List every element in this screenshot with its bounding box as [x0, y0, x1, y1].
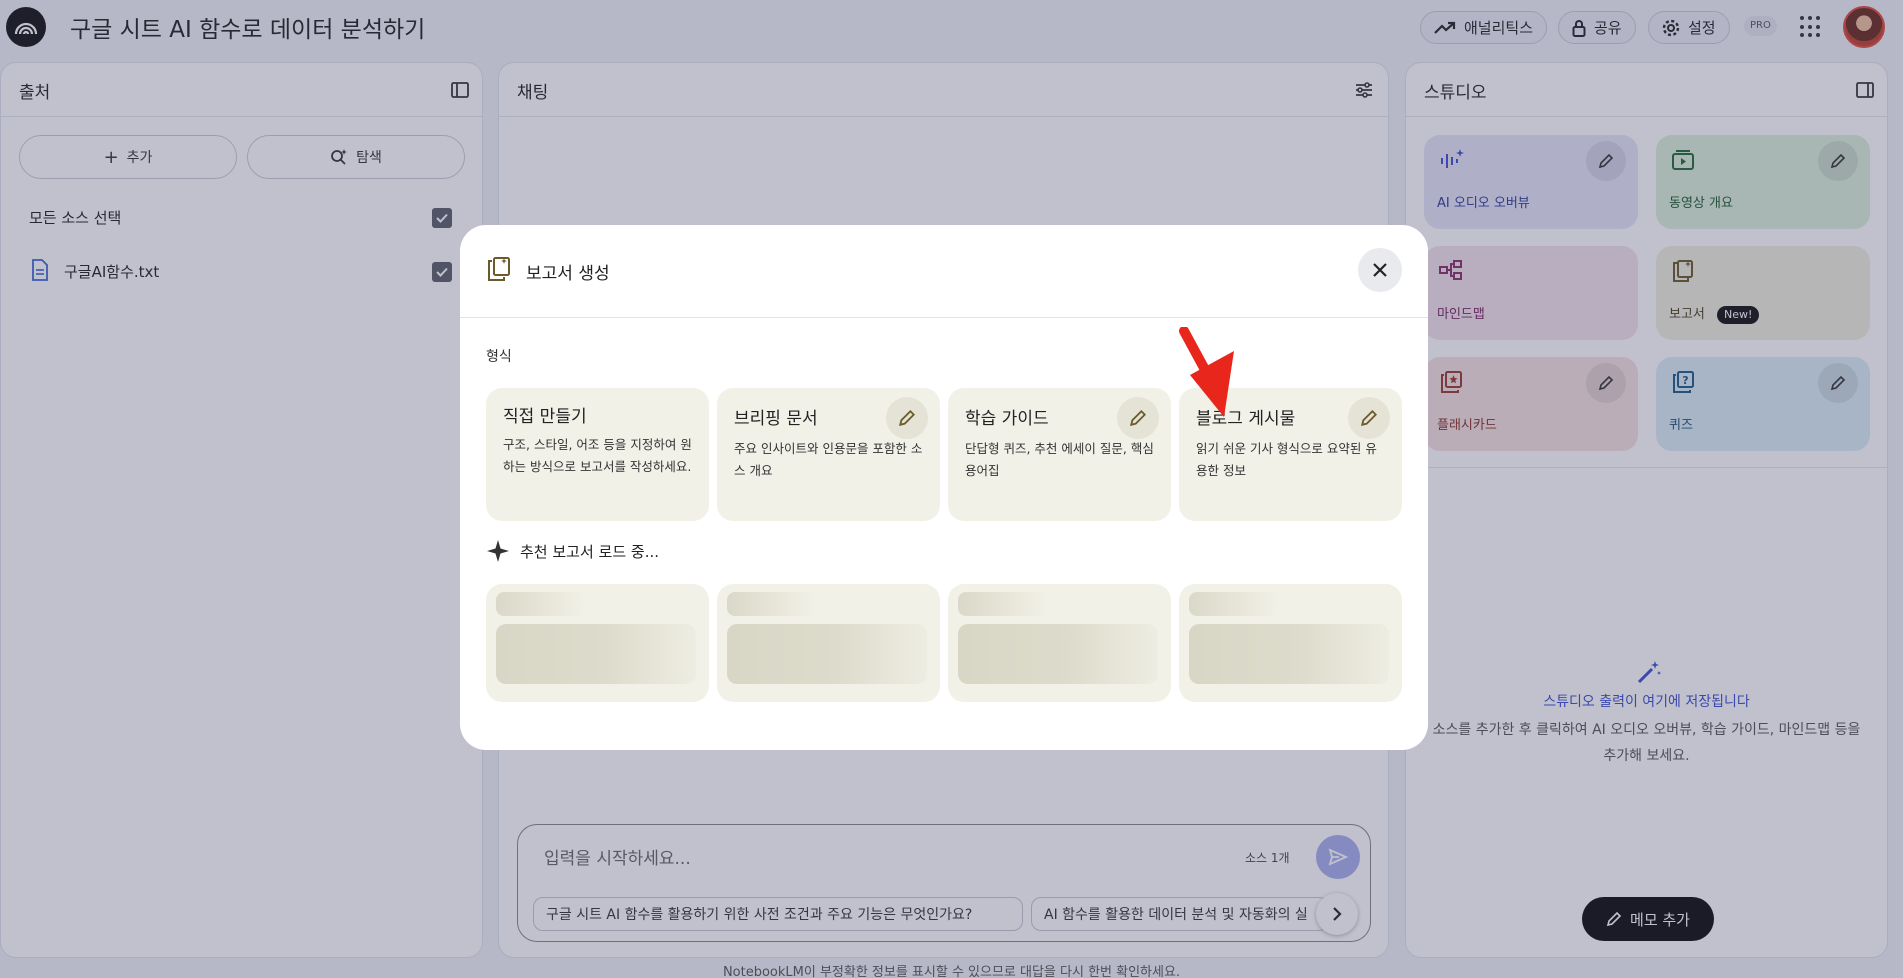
format-card-title: 브리핑 문서 — [734, 409, 818, 429]
skeleton-card — [717, 584, 940, 702]
format-card-desc: 단답형 퀴즈, 추천 에세이 질문, 핵심 용어집 — [965, 441, 1154, 478]
pencil-icon — [1361, 409, 1378, 426]
edit-button[interactable] — [1348, 397, 1390, 439]
report-icon — [488, 257, 510, 281]
format-card-study-guide[interactable]: 학습 가이드 단답형 퀴즈, 추천 에세이 질문, 핵심 용어집 — [948, 388, 1171, 521]
close-icon — [1373, 263, 1387, 277]
format-card-desc: 주요 인사이트와 인용문을 포함한 소스 개요 — [734, 441, 923, 478]
format-card-desc: 읽기 쉬운 기사 형식으로 요약된 유용한 정보 — [1196, 441, 1377, 478]
format-card-briefing[interactable]: 브리핑 문서 주요 인사이트와 인용문을 포함한 소스 개요 — [717, 388, 940, 521]
edit-button[interactable] — [1117, 397, 1159, 439]
pencil-icon — [899, 409, 916, 426]
format-section-label: 형식 — [486, 349, 512, 365]
loading-row: 추천 보고서 로드 중... — [486, 539, 659, 563]
format-card-title: 학습 가이드 — [965, 409, 1049, 429]
skeleton-card — [1179, 584, 1402, 702]
skeleton-card — [948, 584, 1171, 702]
sparkle-icon — [487, 540, 509, 562]
skeleton-card — [486, 584, 709, 702]
format-card-desc: 구조, 스타일, 어조 등을 지정하여 원하는 방식으로 보고서를 작성하세요. — [503, 437, 692, 474]
pencil-icon — [1130, 409, 1147, 426]
edit-button[interactable] — [886, 397, 928, 439]
modal-header: 보고서 생성 — [460, 225, 1428, 318]
close-button[interactable] — [1358, 248, 1402, 292]
modal-title: 보고서 생성 — [526, 264, 610, 284]
loading-label: 추천 보고서 로드 중... — [520, 542, 660, 561]
report-modal: 보고서 생성 형식 직접 만들기 구조, 스타일, 어조 등을 지정하여 원하는… — [460, 225, 1428, 750]
format-card-custom[interactable]: 직접 만들기 구조, 스타일, 어조 등을 지정하여 원하는 방식으로 보고서를… — [486, 388, 709, 521]
red-arrow-annotation — [1179, 327, 1234, 417]
format-card-title: 직접 만들기 — [503, 407, 587, 427]
